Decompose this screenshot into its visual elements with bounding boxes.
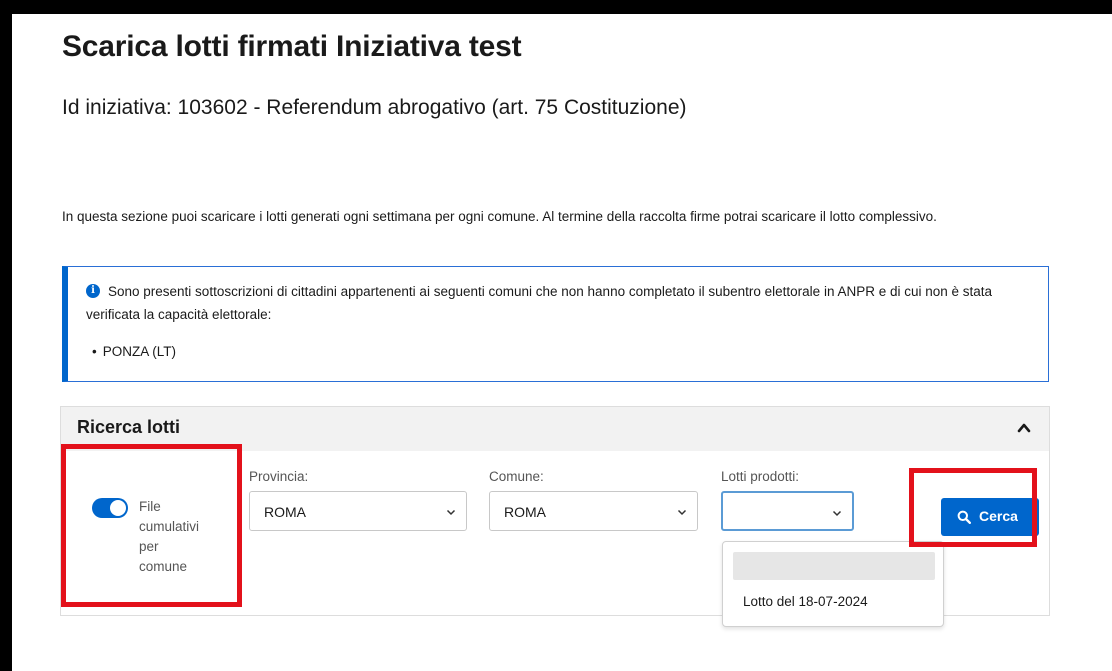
lotti-label: Lotti prodotti: [721,469,800,484]
lotti-select[interactable] [721,491,854,531]
chevron-down-icon [677,509,687,516]
chevron-down-icon [832,510,842,517]
info-alert: i Sono presenti sottoscrizioni di cittad… [62,266,1049,382]
highlight-box-search [909,468,1037,547]
alert-text: Sono presenti sottoscrizioni di cittadin… [86,284,993,322]
dropdown-option-lotto[interactable]: Lotto del 18-07-2024 [743,594,868,609]
provincia-label: Provincia: [249,469,309,484]
comune-select[interactable]: ROMA [489,491,698,531]
comune-label: Comune: [489,469,544,484]
dropdown-option-empty[interactable] [733,552,935,580]
chevron-up-icon[interactable] [1017,421,1031,435]
search-panel-title: Ricerca lotti [77,417,181,437]
provincia-select[interactable]: ROMA [249,491,467,531]
chevron-down-icon [446,509,456,516]
comune-value: ROMA [504,504,546,520]
provincia-value: ROMA [264,504,306,520]
page-frame: Scarica lotti firmati Iniziativa test Id… [12,14,1112,671]
page-title: Scarica lotti firmati Iniziativa test [62,30,522,63]
highlight-box-toggle [61,444,242,607]
intro-text: In questa sezione puoi scaricare i lotti… [62,209,937,224]
alert-list-item: • PONZA (LT) [92,344,176,359]
lotti-dropdown-menu: Lotto del 18-07-2024 [722,541,944,627]
alert-list-item-text: PONZA (LT) [102,344,176,359]
page-subtitle: Id iniziativa: 103602 - Referendum abrog… [62,96,687,119]
